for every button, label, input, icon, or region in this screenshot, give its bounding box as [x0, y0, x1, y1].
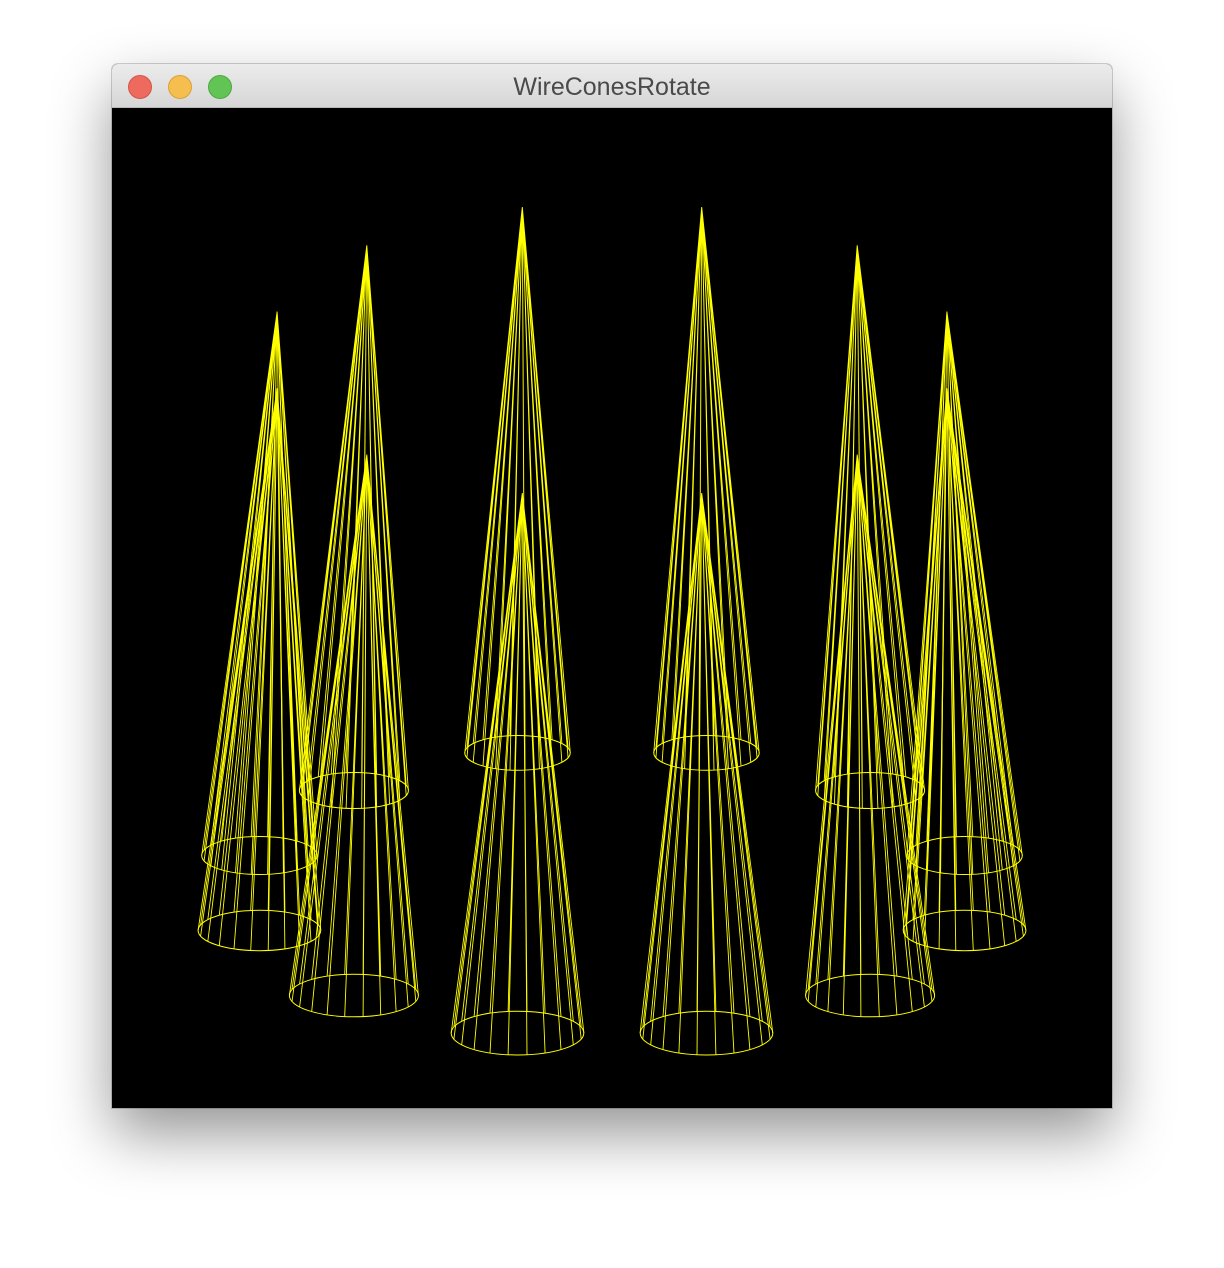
wire-cone [639, 492, 774, 1056]
wire-cone [450, 492, 585, 1056]
app-window: WireConesRotate [112, 64, 1112, 1108]
title-bar[interactable]: WireConesRotate [112, 64, 1112, 108]
cone-wire-lines [639, 492, 774, 1055]
render-canvas[interactable] [112, 108, 1112, 1108]
cone-base-ring [288, 973, 419, 1018]
cone-base-ring [450, 1010, 585, 1056]
cone-base-ring [653, 735, 760, 771]
window-title: WireConesRotate [513, 73, 711, 101]
cone-wire-lines [450, 492, 585, 1055]
wire-cones-scene [197, 206, 1027, 1056]
cone-base-ring [464, 735, 571, 771]
cone-base-ring [805, 973, 936, 1018]
cone-base-ring [639, 1010, 774, 1056]
